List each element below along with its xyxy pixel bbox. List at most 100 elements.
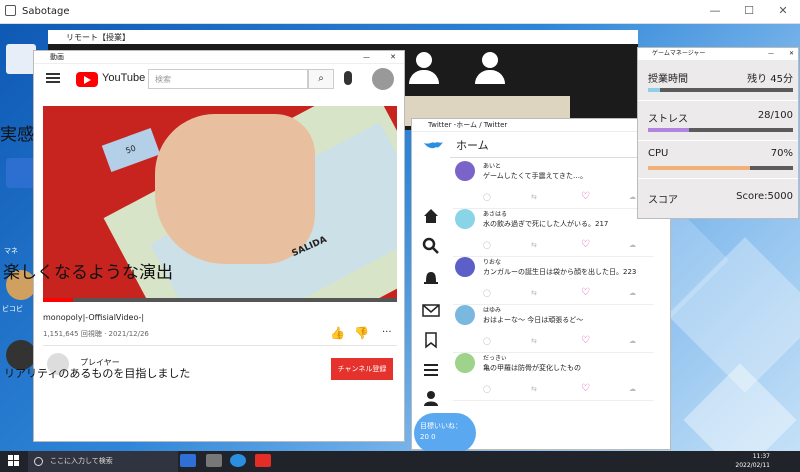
retweet-icon[interactable]: ⇆ (531, 385, 537, 393)
app-icon (5, 5, 16, 16)
stress-bar (648, 128, 793, 132)
more-icon[interactable]: ··· (382, 327, 392, 338)
game-manager-title: ゲームマネージャー (652, 50, 706, 57)
microphone-icon[interactable] (344, 71, 352, 85)
notification-bell-icon[interactable] (422, 269, 440, 287)
class-time-value: 残り 45分 (747, 74, 793, 85)
youtube-app-icon[interactable] (255, 454, 271, 467)
like-goal-badge: 目標いいね：20 0 (414, 413, 476, 453)
close-button[interactable]: ✕ (390, 51, 396, 64)
cpu-value: 70% (770, 148, 793, 159)
remote-title: リモート【授業】 (66, 32, 130, 42)
bookmark-icon[interactable] (422, 331, 440, 349)
maximize-button[interactable]: ☐ (732, 0, 766, 23)
share-icon[interactable]: ☁ (629, 289, 636, 297)
outer-titlebar: Sabotage — ☐ ✕ (0, 0, 800, 24)
tweet-avatar-icon (455, 209, 475, 229)
tweet-author: りおな (483, 259, 502, 266)
progress-bar[interactable] (43, 298, 397, 302)
youtube-logo-icon[interactable] (76, 72, 98, 87)
retweet-icon[interactable]: ⇆ (531, 193, 537, 201)
narration-text: リアリティのあるものを目指しました (4, 367, 191, 380)
tweet[interactable]: だっきぃ 亀の甲羅は防骨が変化したもの ◯ ⇆ ♡ ☁ (453, 351, 653, 401)
score-label: スコア (648, 195, 678, 206)
retweet-icon[interactable]: ⇆ (531, 337, 537, 345)
minimize-button[interactable]: — (768, 48, 774, 60)
twitter-titlebar: Twitter -ホーム / Twitter (412, 119, 670, 132)
clock-date: 2022/02/11 (735, 462, 770, 469)
twitter-app-icon[interactable] (230, 454, 246, 467)
profile-icon[interactable] (422, 389, 440, 407)
subscribe-button[interactable]: チャンネル登録 (331, 358, 393, 380)
tweet-text: おはよーな～ 今日は頑張るど～ (483, 316, 584, 324)
like-icon[interactable]: 👍 (330, 326, 345, 340)
reply-icon[interactable]: ◯ (483, 385, 491, 393)
reply-icon[interactable]: ◯ (483, 337, 491, 345)
game-manager-titlebar: ゲームマネージャー — ✕ (638, 48, 798, 60)
tweet-avatar-icon (455, 353, 475, 373)
like-heart-icon[interactable]: ♡ (581, 191, 590, 202)
game-manager-window: ゲームマネージャー — ✕ 授業時間 残り 45分 ストレス 28/100 CP… (637, 47, 799, 219)
youtube-window: 動画 — ✕ YouTube 検索 ⌕ 50 SALIDA monopoly|-… (33, 50, 405, 442)
window-title: Sabotage (22, 6, 70, 17)
account-avatar-icon[interactable] (372, 68, 394, 90)
tweet[interactable]: あいと ゲームしたくて手震えてきた…。 ◯ ⇆ ♡ ☁ (453, 159, 653, 209)
menu-icon[interactable] (46, 73, 60, 83)
class-time-fill (648, 88, 660, 92)
cpu-bar (648, 166, 793, 170)
stress-label: ストレス (648, 114, 688, 125)
search-icon (34, 457, 43, 466)
stress-fill (648, 128, 689, 132)
stress-value: 28/100 (757, 110, 793, 121)
tweet-author: だっきぃ (483, 355, 507, 362)
reply-icon[interactable]: ◯ (483, 193, 491, 201)
retweet-icon[interactable]: ⇆ (531, 289, 537, 297)
reply-icon[interactable]: ◯ (483, 241, 491, 249)
task-view-icon[interactable] (206, 454, 222, 467)
minimize-button[interactable]: — (698, 0, 732, 23)
share-icon[interactable]: ☁ (629, 241, 636, 249)
desktop-icon[interactable] (6, 44, 36, 74)
youtube-window-title: 動画 (50, 53, 64, 61)
taskbar-search-input[interactable]: ここに入力して検索 (28, 451, 178, 472)
score-value: Score:5000 (736, 191, 793, 202)
tweet-text: 亀の甲羅は防骨が変化したもの (483, 364, 581, 372)
share-icon[interactable]: ☁ (629, 337, 636, 345)
retweet-icon[interactable]: ⇆ (531, 241, 537, 249)
home-icon[interactable] (422, 207, 440, 225)
twitter-window: Twitter -ホーム / Twitter ホーム あいと ゲームしたくて手震… (411, 118, 671, 453)
class-time-label: 授業時間 (648, 74, 688, 85)
minimize-button[interactable]: — (363, 51, 370, 64)
tweet-avatar-icon (455, 161, 475, 181)
desktop-icon[interactable] (6, 158, 36, 188)
tweet-text: ゲームしたくて手震えてきた…。 (483, 172, 588, 180)
search-input[interactable]: 検索 (148, 69, 308, 89)
search-icon[interactable] (422, 237, 440, 255)
twitter-window-title: Twitter -ホーム / Twitter (428, 121, 508, 129)
tweet[interactable]: りおな カンガルーの誕生日は袋から顔を出した日。223 ◯ ⇆ ♡ ☁ (453, 255, 653, 305)
tweet[interactable]: はゆみ おはよーな～ 今日は頑張るど～ ◯ ⇆ ♡ ☁ (453, 303, 653, 353)
tweet-avatar-icon (455, 305, 475, 325)
like-heart-icon[interactable]: ♡ (581, 239, 590, 250)
close-button[interactable]: ✕ (789, 48, 794, 60)
narration-text: 楽しくなるような演出 (3, 263, 173, 283)
bird-logo-icon[interactable] (422, 139, 444, 157)
meeting-app-icon[interactable] (180, 454, 196, 467)
dislike-icon[interactable]: 👎 (354, 326, 369, 340)
message-icon[interactable] (422, 301, 440, 319)
like-heart-icon[interactable]: ♡ (581, 287, 590, 298)
video-title: monopoly|-OffisialVideo-| (43, 313, 145, 322)
search-icon[interactable]: ⌕ (308, 69, 334, 89)
tweet[interactable]: あさはる 水の飲み過ぎで死にした人がいる。217 ◯ ⇆ ♡ ☁ (453, 207, 653, 257)
share-icon[interactable]: ☁ (629, 385, 636, 393)
list-icon[interactable] (422, 361, 440, 379)
like-heart-icon[interactable]: ♡ (581, 335, 590, 346)
windows-start-icon[interactable] (8, 455, 20, 467)
like-heart-icon[interactable]: ♡ (581, 383, 590, 394)
remote-titlebar: リモート【授業】 (48, 30, 638, 44)
clock: 11:37 2022/02/11 (735, 452, 770, 470)
share-icon[interactable]: ☁ (629, 193, 636, 201)
reply-icon[interactable]: ◯ (483, 289, 491, 297)
money-card: 50 (101, 127, 161, 173)
close-button[interactable]: ✕ (766, 0, 800, 23)
